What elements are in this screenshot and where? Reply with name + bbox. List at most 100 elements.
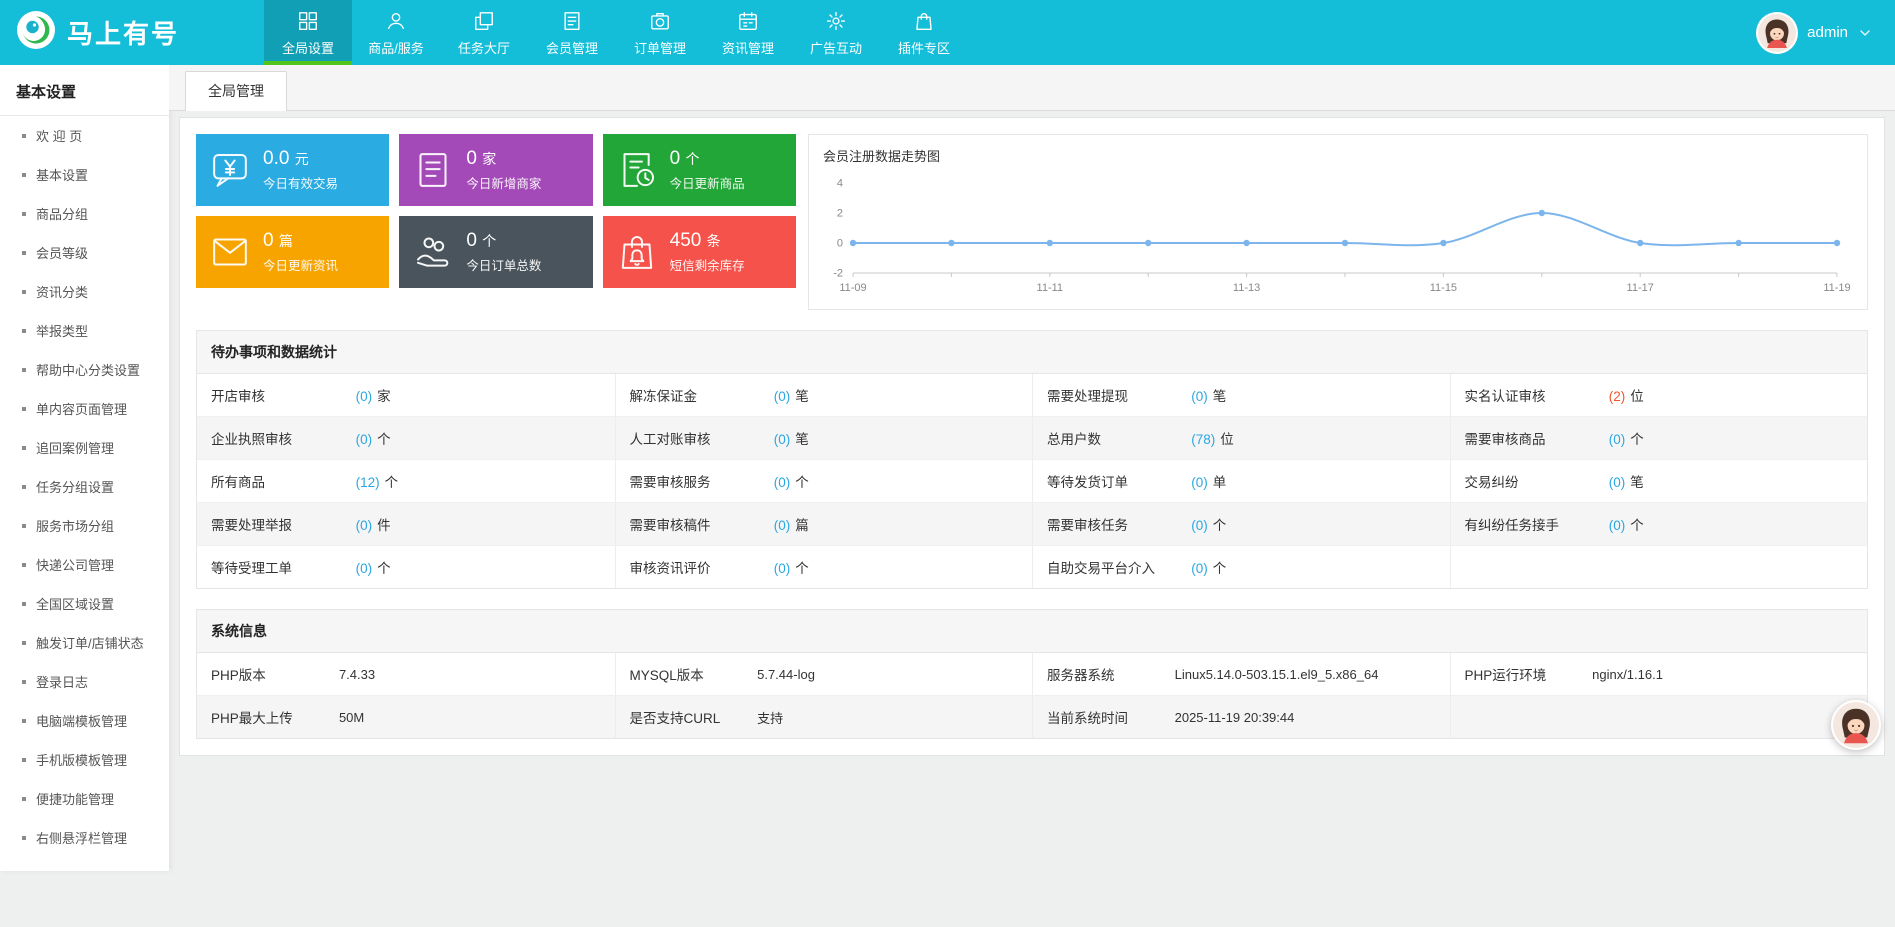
nav-item-0[interactable]: 全局设置 [264, 0, 352, 65]
sidebar-item-5[interactable]: 举报类型 [0, 311, 169, 350]
nav-item-3[interactable]: 会员管理 [528, 0, 616, 65]
calendar-icon [737, 9, 759, 33]
sidebar-item-label: 手机版模板管理 [36, 750, 127, 769]
user-avatar[interactable] [1756, 12, 1798, 54]
todo-label: 实名认证审核 [1451, 374, 1609, 416]
todo-count-link[interactable]: (0) [1191, 389, 1208, 404]
todo-value: (0)篇 [774, 503, 1032, 545]
sidebar-item-1[interactable]: 基本设置 [0, 155, 169, 194]
stat-card-text: 0 篇今日更新资讯 [263, 230, 338, 274]
todo-count-link[interactable]: (0) [1609, 518, 1626, 533]
chart-panel: 会员注册数据走势图 420-211-0911-1111-1311-1511-17… [808, 134, 1868, 310]
sidebar-item-4[interactable]: 资讯分类 [0, 272, 169, 311]
nav-item-6[interactable]: 广告互动 [792, 0, 880, 65]
user-menu[interactable]: admin [1756, 0, 1895, 65]
stat-card-3[interactable]: 0 篇今日更新资讯 [196, 216, 389, 288]
sysinfo-cell-1-3 [1450, 696, 1868, 738]
todo-row-0: 开店审核(0)家解冻保证金(0)笔需要处理提现(0)笔实名认证审核(2)位 [197, 374, 1867, 417]
sidebar-item-12[interactable]: 全国区域设置 [0, 584, 169, 623]
sidebar: 基本设置 欢 迎 页基本设置商品分组会员等级资讯分类举报类型帮助中心分类设置单内… [0, 65, 169, 871]
sysinfo-value: Linux5.14.0-503.15.1.el9_5.x86_64 [1175, 656, 1450, 693]
todo-unit: 个 [1213, 561, 1227, 576]
sidebar-item-3[interactable]: 会员等级 [0, 233, 169, 272]
stat-card-value: 0 [670, 148, 681, 169]
sidebar-item-label: 登录日志 [36, 672, 88, 691]
nav-item-2[interactable]: 任务大厅 [440, 0, 528, 65]
sidebar-item-16[interactable]: 手机版模板管理 [0, 740, 169, 779]
sidebar-item-17[interactable]: 便捷功能管理 [0, 779, 169, 818]
sidebar-item-label: 基本设置 [36, 165, 88, 184]
sidebar-item-0[interactable]: 欢 迎 页 [0, 116, 169, 155]
sidebar-item-label: 追回案例管理 [36, 438, 114, 457]
tab-strip: 全局管理 [169, 65, 1895, 111]
todo-label: 企业执照审核 [197, 417, 356, 459]
todo-count-link[interactable]: (0) [1609, 432, 1626, 447]
stat-card-1[interactable]: 0 家今日新增商家 [399, 134, 592, 206]
sidebar-title: 基本设置 [0, 65, 169, 116]
sidebar-item-18[interactable]: 右侧悬浮栏管理 [0, 818, 169, 857]
sysinfo-section: 系统信息 PHP版本7.4.33MYSQL版本5.7.44-log服务器系统Li… [196, 609, 1868, 739]
sysinfo-row-0: PHP版本7.4.33MYSQL版本5.7.44-log服务器系统Linux5.… [197, 653, 1867, 696]
todo-count-link[interactable]: (0) [1191, 518, 1208, 533]
todo-count-link[interactable]: (0) [356, 432, 373, 447]
todo-unit: 件 [377, 518, 391, 533]
chevron-down-icon[interactable] [1857, 25, 1873, 41]
todo-count-link[interactable]: (0) [774, 389, 791, 404]
stat-card-5[interactable]: 450 条短信剩余库存 [603, 216, 796, 288]
todo-unit: 笔 [1630, 475, 1644, 490]
sidebar-item-7[interactable]: 单内容页面管理 [0, 389, 169, 428]
sidebar-item-14[interactable]: 登录日志 [0, 662, 169, 701]
sidebar-item-11[interactable]: 快递公司管理 [0, 545, 169, 584]
sidebar-item-13[interactable]: 触发订单/店铺状态 [0, 623, 169, 662]
stat-card-value: 0 [263, 230, 274, 251]
sidebar-item-9[interactable]: 任务分组设置 [0, 467, 169, 506]
bullet-icon [22, 290, 26, 294]
todo-count-link[interactable]: (2) [1609, 389, 1626, 404]
sidebar-item-8[interactable]: 追回案例管理 [0, 428, 169, 467]
todo-count-link[interactable]: (78) [1191, 432, 1215, 447]
stat-card-label: 今日更新商品 [670, 173, 745, 192]
todo-label: 有纠纷任务接手 [1451, 503, 1609, 545]
stat-card-value: 0.0 [263, 148, 289, 169]
stat-card-2[interactable]: 0 个今日更新商品 [603, 134, 796, 206]
todo-count-link[interactable]: (0) [774, 432, 791, 447]
todo-count-link[interactable]: (0) [774, 475, 791, 490]
todo-value: (78) 位 [1191, 417, 1449, 459]
logo[interactable]: 马上有号 [0, 0, 264, 65]
todo-count-link[interactable]: (0) [1191, 475, 1208, 490]
sidebar-item-label: 会员等级 [36, 243, 88, 262]
todo-count-link[interactable]: (0) [356, 561, 373, 576]
todo-count-link[interactable]: (0) [774, 518, 791, 533]
sidebar-item-6[interactable]: 帮助中心分类设置 [0, 350, 169, 389]
sidebar-item-15[interactable]: 电脑端模板管理 [0, 701, 169, 740]
todo-count-link[interactable]: (12) [356, 475, 380, 490]
nav-item-label: 广告互动 [810, 38, 862, 57]
sidebar-item-2[interactable]: 商品分组 [0, 194, 169, 233]
todo-count-link[interactable]: (0) [1191, 561, 1208, 576]
todo-unit: 位 [1220, 432, 1234, 447]
nav-item-5[interactable]: 资讯管理 [704, 0, 792, 65]
todo-unit: 个 [377, 561, 391, 576]
todo-cell-2-0: 所有商品(12)个 [197, 460, 615, 502]
sidebar-item-10[interactable]: 服务市场分组 [0, 506, 169, 545]
bullet-icon [22, 173, 26, 177]
nav-item-1[interactable]: 商品/服务 [352, 0, 440, 65]
sysinfo-value: 5.7.44-log [757, 656, 1032, 693]
stat-card-4[interactable]: 0 个今日订单总数 [399, 216, 592, 288]
sidebar-items: 欢 迎 页基本设置商品分组会员等级资讯分类举报类型帮助中心分类设置单内容页面管理… [0, 116, 169, 857]
todo-value: (0)笔 [774, 374, 1032, 416]
todo-count-link[interactable]: (0) [1609, 475, 1626, 490]
tab-global-management[interactable]: 全局管理 [185, 71, 287, 111]
todo-cell-3-1: 需要审核稿件(0)篇 [615, 503, 1033, 545]
todo-count-link[interactable]: (0) [774, 561, 791, 576]
todo-count-link[interactable]: (0) [356, 518, 373, 533]
service-avatar[interactable] [1831, 700, 1881, 750]
todo-unit: 笔 [1213, 389, 1227, 404]
nav-item-7[interactable]: 插件专区 [880, 0, 968, 65]
stat-card-0[interactable]: 0.0 元今日有效交易 [196, 134, 389, 206]
todo-count-link[interactable]: (0) [356, 389, 373, 404]
nav-item-4[interactable]: 订单管理 [616, 0, 704, 65]
stat-card-unit: 元 [295, 151, 309, 167]
todo-row-4: 等待受理工单(0)个审核资讯评价(0)个自助交易平台介入(0)个 [197, 546, 1867, 588]
svg-text:0: 0 [837, 238, 843, 250]
